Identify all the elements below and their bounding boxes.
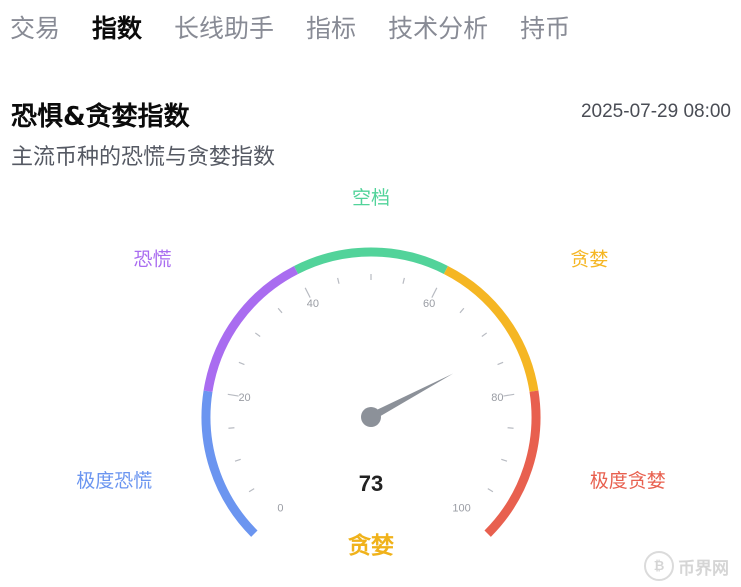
gauge-zone-labels: 极度恐慌 恐慌 空档贪婪极度贪婪: [76, 187, 666, 492]
gauge-needle: [361, 373, 454, 427]
gauge-ticks: [227, 274, 515, 493]
gauge-tick: [254, 332, 261, 337]
gauge-tick: [431, 287, 438, 298]
gauge-zone-label-fear: 恐慌: [134, 248, 172, 270]
gauge-tick: [497, 361, 504, 366]
gauge-tick: [503, 393, 515, 397]
gauge-zone-label-neutral: 空档: [352, 187, 390, 209]
gauge-arc-extreme-fear: [201, 390, 258, 537]
gauge-tick-label: 40: [307, 298, 319, 310]
fear-greed-gauge: 02040 6080100 极度恐慌恐慌空档贪婪极度贪婪 73 贪婪: [76, 187, 666, 559]
gauge-tick: [402, 277, 405, 284]
gauge-zone-label-greed: 贪婪: [570, 248, 608, 270]
gauge-status-label: 贪婪: [348, 532, 394, 559]
gauge-tick: [501, 458, 508, 462]
gauge-tick-label: 80: [491, 392, 503, 404]
gauge-tick-label: 20: [238, 392, 250, 404]
gauge-tick: [248, 488, 255, 493]
gauge-arc-extreme-greed: [484, 390, 541, 537]
gauge-arc-neutral: [294, 247, 448, 274]
gauge-arc-fear: [203, 265, 299, 392]
gauge-tick: [234, 458, 241, 462]
gauge-tick: [459, 307, 465, 314]
gauge-tick: [227, 393, 239, 397]
bitcoin-coin-icon: ₿: [644, 551, 674, 581]
gauge-tick-label: 0: [277, 503, 283, 515]
gauge-zone-label-extreme-greed: 极度贪婪: [590, 470, 666, 492]
gauge-tick: [337, 277, 340, 284]
gauge-value: 73: [359, 471, 383, 496]
gauge-needle-pointer: [369, 373, 454, 421]
gauge-tick: [304, 287, 311, 298]
gauge-tick: [487, 488, 494, 493]
gauge-needle-hub: [361, 407, 381, 427]
watermark: ₿ 币界网: [644, 551, 729, 581]
gauge-tick: [238, 361, 245, 366]
gauge-tick-label: 100: [452, 503, 470, 515]
gauge-tick: [277, 307, 283, 314]
gauge-tick: [481, 332, 488, 337]
gauge-zone-label-extreme-fear: 极度恐慌: [76, 470, 152, 492]
gauge-tick-label: 60: [423, 298, 435, 310]
watermark-text: 币界网: [678, 558, 729, 579]
gauge-arc-greed: [443, 265, 539, 392]
